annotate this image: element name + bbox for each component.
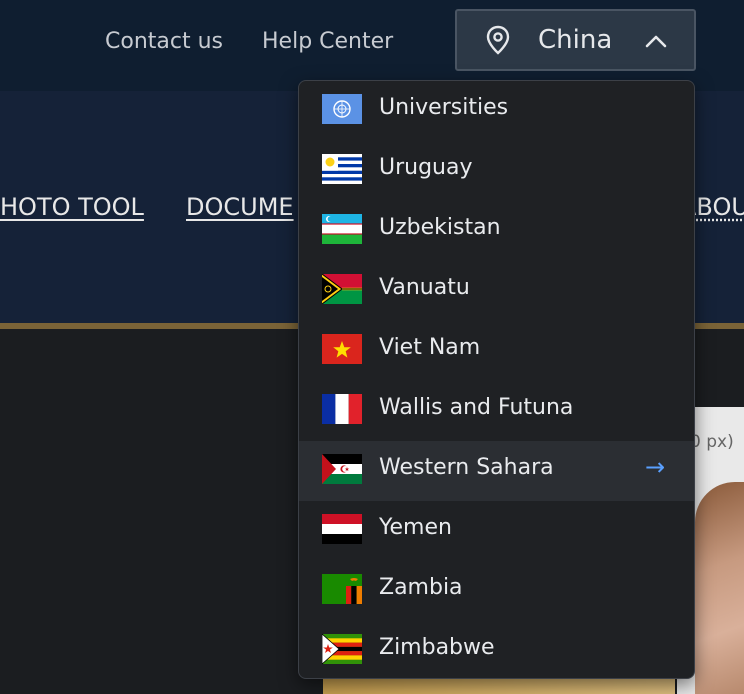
ye-flag-icon: [322, 514, 362, 544]
nav-photo-tool[interactable]: HOTO TOOL: [0, 193, 144, 221]
country-option-label: Viet Nam: [379, 335, 481, 360]
eh-flag-icon: [322, 454, 362, 484]
country-option-yemen[interactable]: Yemen: [299, 501, 694, 561]
country-option-wallis-and-futuna[interactable]: Wallis and Futuna: [299, 381, 694, 441]
country-selector-value: China: [538, 25, 613, 55]
country-option-label: Vanuatu: [379, 275, 470, 300]
wf-flag-icon: [322, 394, 362, 424]
zm-flag-icon: [322, 574, 362, 604]
country-option-label: Western Sahara: [379, 455, 554, 480]
top-bar: Contact us Help Center China: [0, 0, 744, 91]
uz-flag-icon: [322, 214, 362, 244]
country-option-uzbekistan[interactable]: Uzbekistan: [299, 201, 694, 261]
country-option-label: Zimbabwe: [379, 635, 495, 660]
contact-us-link[interactable]: Contact us: [105, 29, 223, 54]
country-option-label: Uruguay: [379, 155, 473, 180]
country-option-uruguay[interactable]: Uruguay: [299, 141, 694, 201]
zw-flag-icon: [322, 634, 362, 664]
country-option-label: Zambia: [379, 575, 463, 600]
country-dropdown-list[interactable]: Universities Uruguay Uzbekistan Vanuatu …: [298, 80, 695, 679]
country-selector-button[interactable]: China: [455, 9, 696, 71]
country-option-label: Universities: [379, 95, 509, 120]
photo-dimension-label: 0 px): [690, 432, 734, 452]
sample-photo: [695, 482, 744, 694]
country-option-label: Yemen: [379, 515, 452, 540]
country-option-universities[interactable]: Universities: [299, 81, 694, 141]
country-option-label: Uzbekistan: [379, 215, 501, 240]
nav-documents[interactable]: DOCUME: [186, 193, 294, 221]
country-option-viet-nam[interactable]: Viet Nam: [299, 321, 694, 381]
country-option-label: Wallis and Futuna: [379, 395, 574, 420]
country-option-western-sahara[interactable]: Western Sahara →: [299, 441, 694, 501]
un-flag-icon: [322, 94, 362, 124]
location-pin-icon: [485, 25, 511, 59]
vn-flag-icon: [322, 334, 362, 364]
arrow-right-icon: →: [645, 453, 666, 481]
country-option-zambia[interactable]: Zambia: [299, 561, 694, 621]
country-option-vanuatu[interactable]: Vanuatu: [299, 261, 694, 321]
help-center-link[interactable]: Help Center: [262, 29, 393, 54]
uy-flag-icon: [322, 154, 362, 184]
country-option-zimbabwe[interactable]: Zimbabwe: [299, 621, 694, 678]
chevron-up-icon: [644, 33, 668, 53]
vu-flag-icon: [322, 274, 362, 304]
